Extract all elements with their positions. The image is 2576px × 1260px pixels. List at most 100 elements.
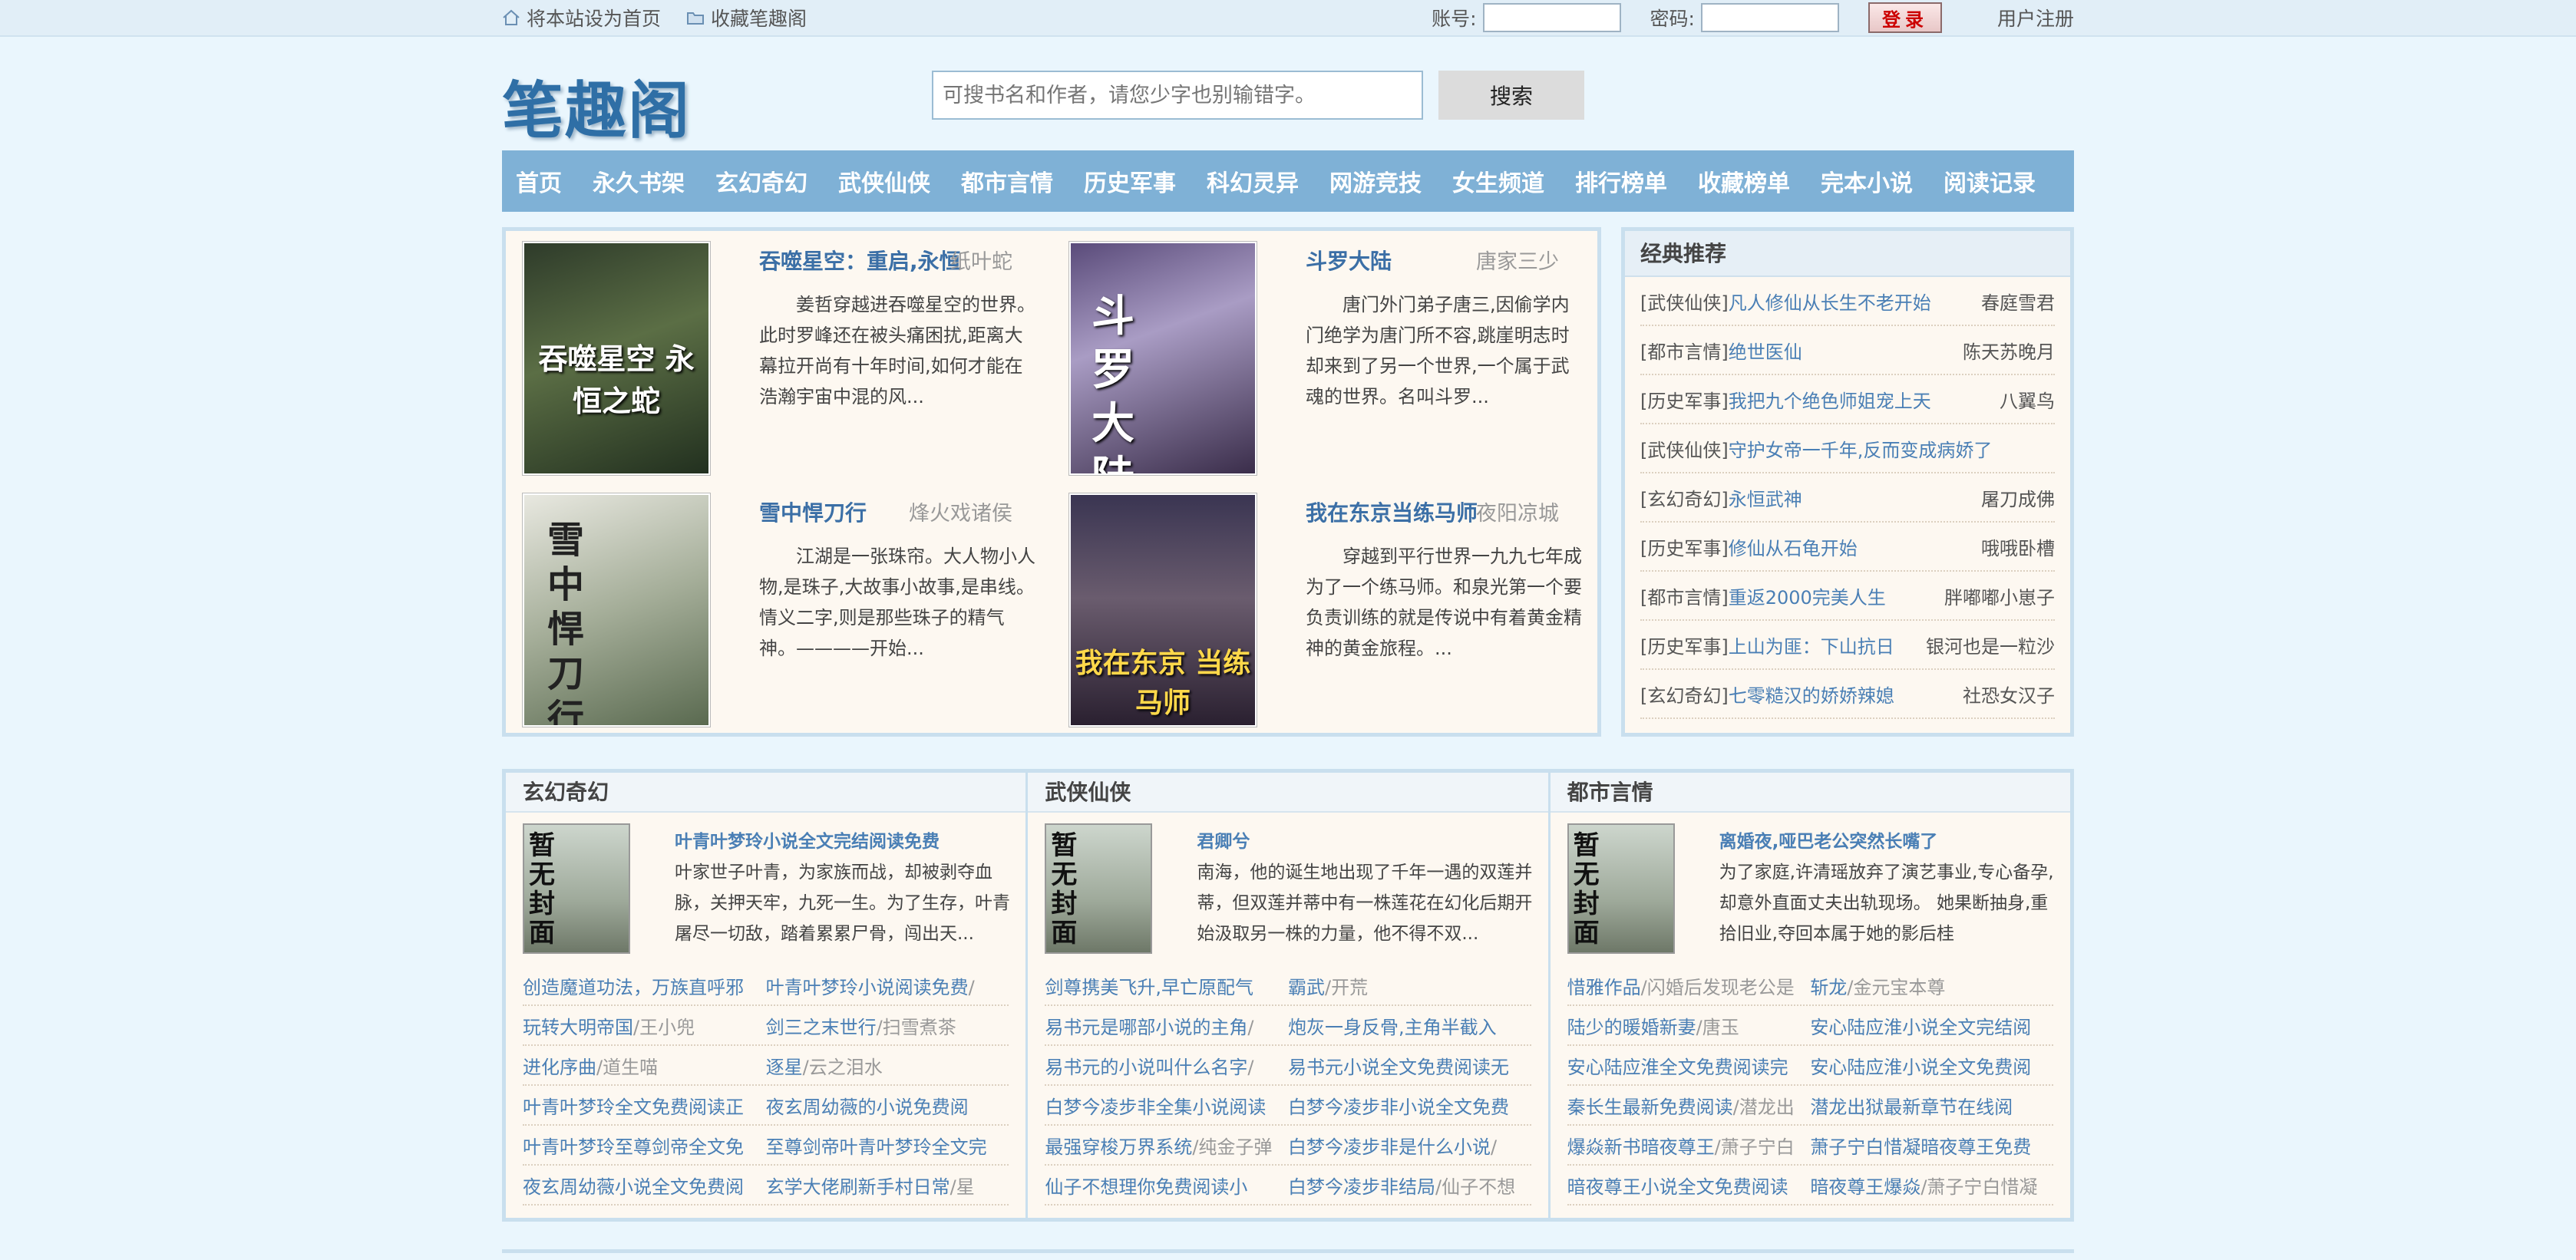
list-item[interactable]: [玄幻奇幻] 七零糙汉的娇娇辣媳 社恐女汉子	[1640, 670, 2055, 719]
book-author[interactable]: 夜阳凉城	[1476, 496, 1559, 526]
no-cover-image[interactable]: 暂无封面	[1045, 823, 1153, 954]
nav-finished[interactable]: 完本小说	[1821, 164, 1913, 198]
nav-favorites[interactable]: 收藏榜单	[1698, 164, 1790, 198]
list-item[interactable]: [武侠仙侠] 守护女帝一千年,反而变成病娇了	[1640, 424, 2055, 473]
list-item[interactable]: 爆焱新书暗夜尊王/萧子宁白	[1567, 1132, 1811, 1159]
book-title[interactable]: 斗罗大陆	[1306, 245, 1392, 275]
list-item[interactable]: [历史军事] 修仙从石龟开始 哦哦卧槽	[1640, 523, 2055, 572]
list-item[interactable]: 叶青叶梦玲小说阅读免费/	[766, 972, 1009, 999]
list-item[interactable]: 秦长生最新免费阅读/潜龙出	[1567, 1092, 1811, 1119]
list-item[interactable]: 夜玄周幼薇的小说免费阅	[766, 1092, 1009, 1119]
search-button[interactable]: 搜索	[1438, 71, 1584, 120]
book-link[interactable]: 重返2000完美人生	[1729, 582, 1944, 609]
list-item[interactable]: 萧子宁白惜凝暗夜尊王免费	[1810, 1132, 2053, 1159]
list-item[interactable]: 创造魔道功法，万族直呼邪	[523, 972, 766, 999]
nav-lishi[interactable]: 历史军事	[1084, 164, 1176, 198]
book-title[interactable]: 吞噬星空：重启,永恒	[759, 245, 961, 275]
list-item[interactable]: 白梦今凌步非结局/仙子不想	[1288, 1172, 1531, 1199]
list-item[interactable]: 安心陆应淮小说全文免费阅	[1810, 1052, 2053, 1079]
book-cover[interactable]: 我在东京 当练马师	[1069, 493, 1257, 727]
nav-home[interactable]: 首页	[516, 164, 562, 198]
list-item[interactable]: 逐星/云之泪水	[766, 1052, 1009, 1079]
nav-wuxia[interactable]: 武侠仙侠	[838, 164, 930, 198]
register-link[interactable]: 用户注册	[1997, 4, 2074, 31]
list-item[interactable]: 炮灰一身反骨,主角半截入	[1288, 1012, 1531, 1039]
book-author[interactable]: 烽火戏诸侯	[909, 496, 1012, 526]
bookmark-link[interactable]: 收藏笔趣阁	[686, 0, 807, 35]
book-author[interactable]: 唐家三少	[1476, 245, 1559, 275]
no-cover-image[interactable]: 暂无封面	[1567, 823, 1675, 954]
featured-book[interactable]: 吞噬星空 永恒之蛇 吞噬星空：重启,永恒 纸叶蛇 姜哲穿越进吞噬星空的世界。此时…	[506, 231, 1035, 475]
list-item[interactable]: 安心陆应淮全文免费阅读完	[1567, 1052, 1811, 1079]
list-item[interactable]: 霸武/开荒	[1288, 972, 1531, 999]
list-item[interactable]: [武侠仙侠] 凡人修仙从长生不老开始 春庭雪君	[1640, 277, 2055, 326]
book-title[interactable]: 雪中悍刀行	[759, 496, 867, 527]
list-item[interactable]: 玄学大佬刷新手村日常/星	[766, 1172, 1009, 1199]
book-link[interactable]: 我把九个绝色师姐宠上天	[1729, 386, 2000, 413]
nav-xuanhuan[interactable]: 玄幻奇幻	[715, 164, 807, 198]
book-cover[interactable]: 吞噬星空 永恒之蛇	[523, 242, 710, 475]
book-title[interactable]: 我在东京当练马师	[1306, 496, 1478, 527]
book-link[interactable]: 绝世医仙	[1729, 337, 1963, 364]
list-item[interactable]: 白梦今凌步非是什么小说/	[1288, 1132, 1531, 1159]
list-item[interactable]: 至尊剑帝叶青叶梦玲全文完	[766, 1132, 1009, 1159]
list-item[interactable]: 白梦今凌步非小说全文免费	[1288, 1092, 1531, 1119]
list-item[interactable]: 潜龙出狱最新章节在线阅	[1810, 1092, 2053, 1119]
list-item[interactable]: [都市言情] 重返2000完美人生 胖嘟嘟小崽子	[1640, 572, 2055, 621]
list-item[interactable]: 叶青叶梦玲全文免费阅读正	[523, 1092, 766, 1119]
book-link[interactable]: 永恒武神	[1729, 484, 1981, 511]
list-item[interactable]: [都市言情] 绝世医仙 陈天苏晚月	[1640, 326, 2055, 375]
list-item[interactable]: 叶青叶梦玲至尊剑帝全文免	[523, 1132, 766, 1159]
list-item[interactable]: 最强穿梭万界系统/纯金子弹	[1045, 1132, 1288, 1159]
list-item[interactable]: [历史军事] 我把九个绝色师姐宠上天 八翼鸟	[1640, 375, 2055, 424]
nav-bookshelf[interactable]: 永久书架	[593, 164, 685, 198]
list-item[interactable]: 易书元的小说叫什么名字/	[1045, 1052, 1288, 1079]
nav-nvsheng[interactable]: 女生频道	[1452, 164, 1544, 198]
nav-ranking[interactable]: 排行榜单	[1575, 164, 1667, 198]
list-item[interactable]: 易书元是哪部小说的主角/	[1045, 1012, 1288, 1039]
category-title[interactable]: 玄幻奇幻	[506, 773, 1026, 813]
list-item[interactable]: 剑三之末世行/扫雪煮茶	[766, 1012, 1009, 1039]
list-item[interactable]: 暗夜尊王小说全文免费阅读	[1567, 1172, 1811, 1199]
list-item[interactable]: 安心陆应淮小说全文完结阅	[1810, 1012, 2053, 1039]
list-item[interactable]: 夜玄周幼薇小说全文免费阅	[523, 1172, 766, 1199]
nav-history[interactable]: 阅读记录	[1944, 164, 2036, 198]
book-author[interactable]: 纸叶蛇	[950, 245, 1012, 275]
book-link[interactable]: 凡人修仙从长生不老开始	[1729, 288, 1981, 315]
list-item[interactable]: 陆少的暖婚新妻/唐玉	[1567, 1012, 1811, 1039]
list-item[interactable]: 玩转大明帝国/王小兜	[523, 1012, 766, 1039]
list-item[interactable]: 剑尊携美飞升,早亡原配气	[1045, 972, 1288, 999]
search-input[interactable]	[932, 71, 1423, 120]
account-input[interactable]	[1482, 3, 1621, 32]
list-item[interactable]: 易书元小说全文免费阅读无	[1288, 1052, 1531, 1079]
featured-book[interactable]: 我在东京 当练马师 我在东京当练马师 夜阳凉城 穿越到平行世界一九九七年成为了一…	[1052, 483, 1582, 727]
list-item[interactable]: 白梦今凌步非全集小说阅读	[1045, 1092, 1288, 1119]
category-title[interactable]: 都市言情	[1550, 773, 2070, 813]
list-item[interactable]: 暗夜尊王爆焱/萧子宁白惜凝	[1810, 1172, 2053, 1199]
book-link[interactable]: 七零糙汉的娇娇辣媳	[1729, 681, 1963, 708]
book-cover[interactable]: 斗罗大陆	[1069, 242, 1257, 475]
book-link[interactable]: 修仙从石龟开始	[1729, 533, 1981, 560]
nav-wangyou[interactable]: 网游竞技	[1329, 164, 1422, 198]
no-cover-image[interactable]: 暂无封面	[523, 823, 630, 954]
list-item[interactable]: 进化序曲/道生喵	[523, 1052, 766, 1079]
nav-kehuan[interactable]: 科幻灵异	[1207, 164, 1299, 198]
top-book-title[interactable]: 叶青叶梦玲小说全文完结阅读免费	[675, 826, 940, 853]
category-title[interactable]: 武侠仙侠	[1028, 773, 1548, 813]
list-item[interactable]: 惜雅作品/闪婚后发现老公是	[1567, 972, 1811, 999]
list-item[interactable]: 斩龙/金元宝本尊	[1810, 972, 2053, 999]
book-cover[interactable]: 雪中悍刀行	[523, 493, 710, 727]
nav-dushi[interactable]: 都市言情	[961, 164, 1053, 198]
top-book-title[interactable]: 离婚夜,哑巴老公突然长嘴了	[1719, 826, 1938, 853]
list-item[interactable]: [玄幻奇幻] 永恒武神 屠刀成佛	[1640, 473, 2055, 523]
list-item[interactable]: 仙子不想理你免费阅读小	[1045, 1172, 1288, 1199]
book-link[interactable]: 上山为匪：下山抗日	[1729, 632, 1926, 658]
password-input[interactable]	[1700, 3, 1839, 32]
list-item[interactable]: [历史军事] 上山为匪：下山抗日 银河也是一粒沙	[1640, 621, 2055, 670]
site-logo[interactable]: 笔趣阁	[502, 61, 691, 150]
featured-book[interactable]: 斗罗大陆 斗罗大陆 唐家三少 唐门外门弟子唐三,因偷学内门绝学为唐门所不容,跳崖…	[1052, 231, 1570, 475]
book-link[interactable]: 守护女帝一千年,反而变成病娇了	[1729, 435, 2055, 462]
top-book-title[interactable]: 君卿兮	[1197, 826, 1250, 853]
featured-book[interactable]: 雪中悍刀行 雪中悍刀行 烽火戏诸侯 江湖是一张珠帘。大人物小人物,是珠子,大故事…	[506, 483, 1035, 727]
set-home-link[interactable]: 将本站设为首页	[502, 0, 661, 35]
